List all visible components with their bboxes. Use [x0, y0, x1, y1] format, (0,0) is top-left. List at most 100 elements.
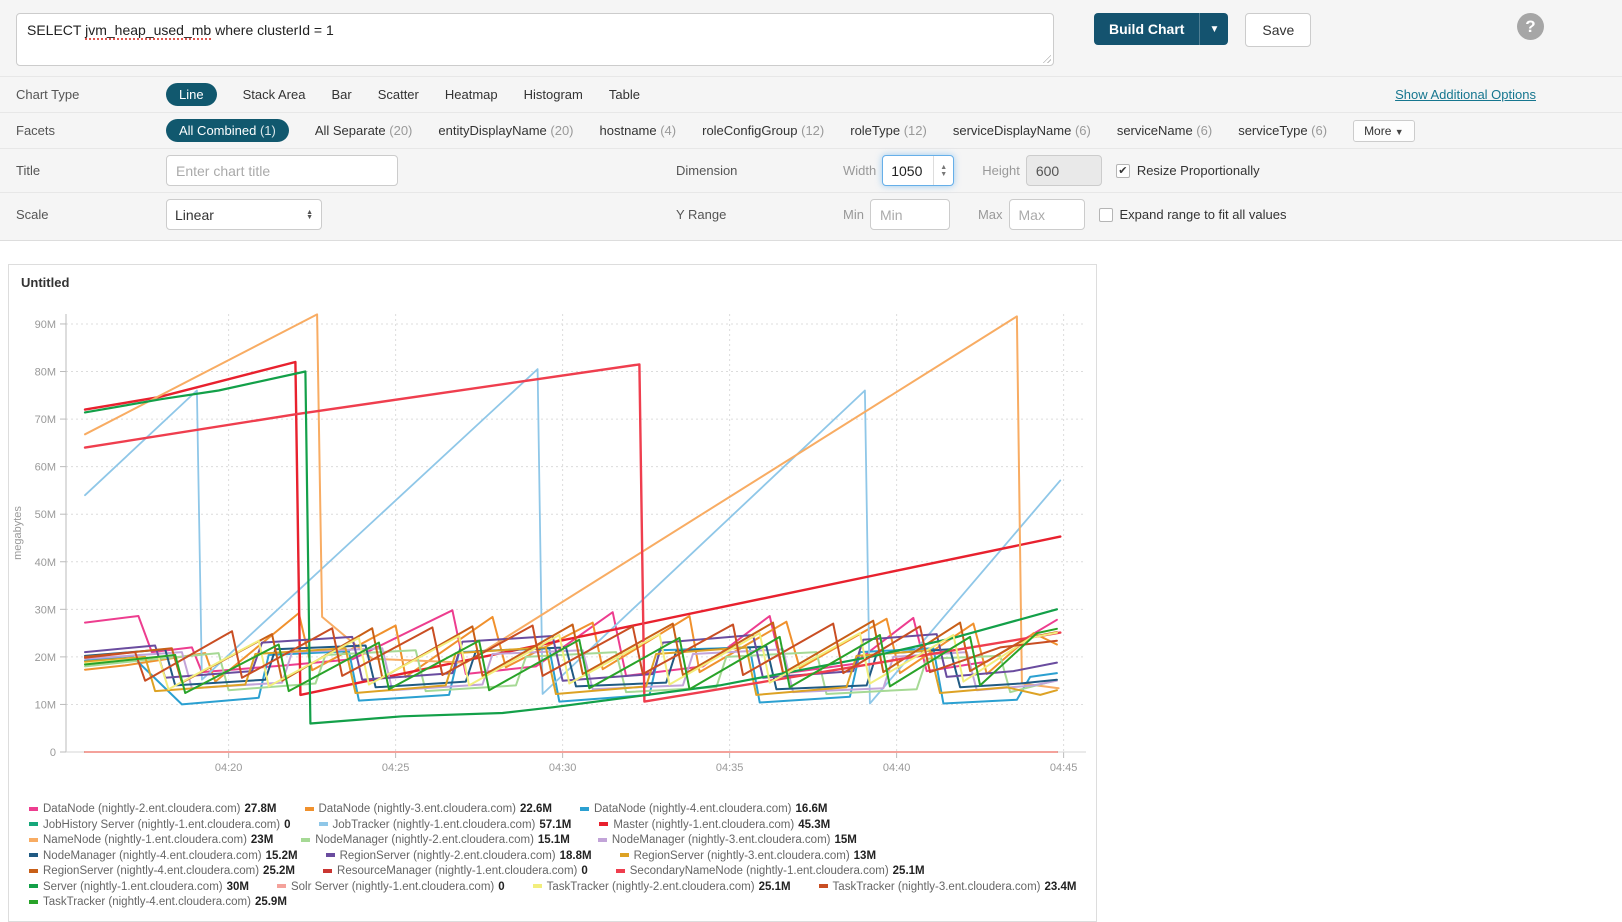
svg-text:90M: 90M — [35, 319, 56, 331]
legend-row: NameNode (nightly-1.ent.cloudera.com)23M… — [29, 833, 1086, 849]
legend-marker — [301, 838, 310, 842]
height-label: Height — [982, 163, 1020, 178]
svg-text:60M: 60M — [35, 462, 56, 474]
facet-option-roletype[interactable]: roleType (12) — [850, 123, 927, 138]
legend-marker — [277, 884, 286, 888]
dimension-label: Dimension — [676, 163, 843, 178]
legend-item: Server (nightly-1.ent.cloudera.com)30M — [29, 880, 249, 896]
query-text-where: where clusterId = 1 — [211, 22, 334, 38]
resize-proportionally-option[interactable]: ✔ Resize Proportionally — [1116, 163, 1260, 178]
chart-type-option-stack-area[interactable]: Stack Area — [243, 87, 306, 102]
svg-text:04:25: 04:25 — [382, 762, 410, 774]
build-chart-label: Build Chart — [1094, 13, 1199, 45]
series-line-5 — [85, 362, 1060, 695]
facet-option-hostname[interactable]: hostname (4) — [600, 123, 677, 138]
facet-count: (12) — [904, 123, 927, 138]
help-icon[interactable]: ? — [1517, 13, 1544, 40]
resize-proportionally-checkbox[interactable]: ✔ — [1116, 164, 1130, 178]
facet-option-servicedisplayname[interactable]: serviceDisplayName (6) — [953, 123, 1091, 138]
facet-count: (6) — [1196, 123, 1212, 138]
y-min-input[interactable] — [870, 199, 950, 230]
chart-title-input[interactable] — [166, 155, 398, 186]
chart-type-option-bar[interactable]: Bar — [331, 87, 351, 102]
chart-type-option-heatmap[interactable]: Heatmap — [445, 87, 498, 102]
facets-label: Facets — [16, 123, 166, 138]
facets-more-button[interactable]: More ▼ — [1353, 120, 1415, 142]
chart-type-row: Chart Type LineStack AreaBarScatterHeatm… — [0, 76, 1622, 112]
legend-item: NodeManager (nightly-3.ent.cloudera.com)… — [598, 833, 857, 849]
svg-text:50M: 50M — [35, 509, 56, 521]
build-chart-button[interactable]: Build Chart ▼ — [1094, 13, 1228, 45]
width-stepper[interactable]: ▲▼ — [933, 156, 953, 185]
textarea-resize-grip[interactable] — [1041, 53, 1051, 63]
chart-type-option-histogram[interactable]: Histogram — [524, 87, 583, 102]
facet-count: (4) — [660, 123, 676, 138]
facet-option-all-separate[interactable]: All Separate (20) — [315, 123, 413, 138]
chevron-down-icon: ▼ — [1395, 127, 1404, 137]
legend-item: ResourceManager (nightly-1.ent.cloudera.… — [323, 864, 588, 880]
width-input[interactable] — [883, 156, 933, 185]
legend-marker — [819, 884, 828, 888]
max-label: Max — [978, 207, 1003, 222]
chart-type-option-line[interactable]: Line — [166, 83, 217, 106]
build-chart-dropdown[interactable]: ▼ — [1199, 13, 1228, 45]
expand-range-option[interactable]: Expand range to fit all values — [1099, 207, 1287, 222]
y-max-input[interactable] — [1009, 199, 1085, 230]
chevron-up-icon: ▲ — [940, 164, 947, 171]
legend-item: JobTracker (nightly-1.ent.cloudera.com)5… — [319, 818, 572, 834]
facet-option-servicetype[interactable]: serviceType (6) — [1238, 123, 1327, 138]
show-additional-options-link[interactable]: Show Additional Options — [1395, 87, 1536, 102]
width-label: Width — [843, 163, 876, 178]
scale-select[interactable]: Linear ▲▼ — [166, 199, 322, 230]
legend-row: JobHistory Server (nightly-1.ent.clouder… — [29, 818, 1086, 834]
legend-item: RegionServer (nightly-2.ent.cloudera.com… — [326, 849, 592, 865]
svg-text:0: 0 — [50, 747, 56, 759]
svg-text:04:35: 04:35 — [716, 762, 744, 774]
legend-item: TaskTracker (nightly-3.ent.cloudera.com)… — [819, 880, 1077, 896]
chevron-down-icon: ▼ — [940, 171, 947, 178]
facet-count: (1) — [260, 123, 276, 138]
y-axis-title: megabytes — [12, 506, 24, 560]
facet-count: (12) — [801, 123, 824, 138]
chart-type-option-table[interactable]: Table — [609, 87, 640, 102]
facet-option-roleconfiggroup[interactable]: roleConfigGroup (12) — [702, 123, 824, 138]
facet-option-servicename[interactable]: serviceName (6) — [1117, 123, 1212, 138]
facet-option-entitydisplayname[interactable]: entityDisplayName (20) — [438, 123, 573, 138]
legend-item: Master (nightly-1.ent.cloudera.com)45.3M — [599, 818, 830, 834]
svg-text:20M: 20M — [35, 652, 56, 664]
svg-text:04:20: 04:20 — [215, 762, 243, 774]
legend-marker — [533, 884, 542, 888]
legend-row: RegionServer (nightly-4.ent.cloudera.com… — [29, 864, 1086, 880]
legend-marker — [29, 853, 38, 857]
legend-item: RegionServer (nightly-3.ent.cloudera.com… — [620, 849, 876, 865]
title-label: Title — [16, 163, 166, 178]
chart-type-option-scatter[interactable]: Scatter — [378, 87, 419, 102]
legend-marker — [29, 900, 38, 904]
legend-marker — [580, 807, 589, 811]
svg-text:30M: 30M — [35, 604, 56, 616]
tsquery-input[interactable]: SELECT jvm_heap_used_mb where clusterId … — [16, 13, 1054, 66]
legend-marker — [319, 822, 328, 826]
svg-text:80M: 80M — [35, 367, 56, 379]
legend-marker — [29, 869, 38, 873]
save-button[interactable]: Save — [1245, 13, 1311, 47]
legend-item: NameNode (nightly-1.ent.cloudera.com)23M — [29, 833, 273, 849]
legend-marker — [620, 853, 629, 857]
facet-count: (6) — [1075, 123, 1091, 138]
legend-item: Solr Server (nightly-1.ent.cloudera.com)… — [277, 880, 505, 896]
legend-marker — [599, 822, 608, 826]
facet-options: All Combined (1) All Separate (20) entityD… — [166, 119, 1327, 142]
query-text-select: SELECT — [27, 22, 85, 38]
facet-count: (20) — [550, 123, 573, 138]
facet-option-all-combined[interactable]: All Combined (1) — [166, 119, 289, 142]
title-dimension-row: Title Dimension Width ▲▼ Height ✔ Resize… — [0, 148, 1622, 192]
query-metric: jvm_heap_used_mb — [85, 22, 211, 40]
legend-marker — [29, 807, 38, 811]
line-chart: 010M20M30M40M50M60M70M80M90M04:2004:2504… — [9, 292, 1096, 798]
svg-text:04:45: 04:45 — [1050, 762, 1078, 774]
legend-item: NodeManager (nightly-2.ent.cloudera.com)… — [301, 833, 570, 849]
legend-row: NodeManager (nightly-4.ent.cloudera.com)… — [29, 849, 1086, 865]
expand-range-checkbox[interactable] — [1099, 208, 1113, 222]
chart-panel: Untitled 010M20M30M40M50M60M70M80M90M04:… — [8, 264, 1097, 922]
resize-proportionally-label: Resize Proportionally — [1137, 163, 1260, 178]
